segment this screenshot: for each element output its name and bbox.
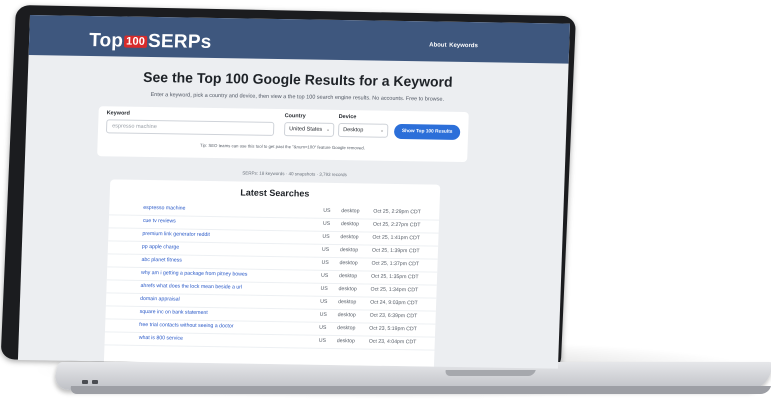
device-cell: desktop bbox=[338, 273, 358, 280]
show-results-button[interactable]: Show Top 100 Results bbox=[393, 123, 461, 140]
search-query-link[interactable]: premium link generator reddit bbox=[142, 231, 210, 238]
country-select-value: United States bbox=[289, 126, 323, 133]
timestamp-cell: Oct 25, 2:29pm CDT bbox=[373, 208, 421, 216]
country-label: Country bbox=[284, 113, 306, 120]
device-select-value: Desktop bbox=[343, 127, 364, 134]
keyword-input[interactable]: espresso machine bbox=[105, 119, 275, 136]
timestamp-cell: Oct 25, 1:37pm CDT bbox=[371, 260, 420, 268]
top-navigation-bar: Top 100 SERPs About Keywords bbox=[28, 15, 571, 64]
country-cell: US bbox=[319, 311, 327, 318]
country-cell: US bbox=[321, 246, 330, 253]
laptop-screen: Top 100 SERPs About Keywords See the Top 1… bbox=[17, 15, 571, 369]
page-title: See the Top 100 Google Results for a Key… bbox=[142, 68, 453, 90]
device-cell: desktop bbox=[339, 260, 358, 267]
search-query-link[interactable]: cue tv reviews bbox=[143, 218, 176, 225]
latest-searches-title: Latest Searches bbox=[240, 187, 310, 199]
page-subtitle: Enter a keyword, pick a country and devi… bbox=[150, 91, 445, 103]
country-cell: US bbox=[320, 272, 329, 279]
device-cell: desktop bbox=[336, 338, 356, 345]
logo-badge: 100 bbox=[123, 35, 148, 48]
timestamp-cell: Oct 24, 9:03pm CDT bbox=[370, 299, 418, 307]
device-cell: desktop bbox=[338, 286, 357, 293]
keyword-label: Keyword bbox=[106, 110, 130, 117]
timestamp-cell: Oct 23, 5:19pm CDT bbox=[369, 325, 417, 333]
device-select[interactable]: Desktop ⌄ bbox=[337, 122, 389, 138]
nav-link-keywords[interactable]: Keywords bbox=[449, 43, 478, 49]
country-cell: US bbox=[321, 259, 329, 266]
country-cell: US bbox=[319, 324, 327, 331]
stats-summary: SERPs: 18 keywords · 40 snapshots · 3,79… bbox=[242, 170, 347, 178]
timestamp-cell: Oct 25, 1:39pm CDT bbox=[371, 247, 420, 255]
country-cell: US bbox=[322, 233, 330, 240]
device-cell: desktop bbox=[341, 208, 360, 215]
device-label: Device bbox=[338, 113, 357, 121]
timestamp-cell: Oct 23, 6:39pm CDT bbox=[369, 312, 418, 320]
device-cell: desktop bbox=[337, 312, 356, 319]
country-cell: US bbox=[320, 285, 328, 292]
search-form-card: Keyword espresso machine Country United … bbox=[97, 106, 469, 163]
laptop-opening-notch bbox=[444, 370, 536, 376]
site-logo[interactable]: Top 100 SERPs bbox=[89, 30, 212, 54]
country-select[interactable]: United States ⌄ bbox=[283, 122, 335, 137]
timestamp-cell: Oct 25, 2:27pm CDT bbox=[372, 221, 421, 229]
search-query-link[interactable]: pp apple charge bbox=[142, 244, 179, 251]
search-query-link[interactable]: abc planet fitness bbox=[141, 257, 182, 264]
search-query-link[interactable]: square inc on bank statement bbox=[140, 309, 208, 316]
country-cell: US bbox=[318, 337, 327, 344]
logo-text-left: Top bbox=[88, 29, 124, 52]
device-cell: desktop bbox=[337, 325, 356, 332]
seo-tip-text: Tip: SEO teams can use this tool to get … bbox=[200, 142, 365, 151]
search-query-link[interactable]: free trial contacts without seeing a doc… bbox=[139, 322, 234, 330]
search-query-link[interactable]: what is 800 service bbox=[139, 335, 183, 342]
country-cell: US bbox=[323, 207, 331, 214]
nav-link-about[interactable]: About bbox=[429, 42, 447, 48]
timestamp-cell: Oct 25, 1:41pm CDT bbox=[372, 234, 421, 242]
logo-text-right: SERPs bbox=[147, 30, 212, 53]
device-cell: desktop bbox=[340, 234, 359, 241]
laptop-base-front bbox=[69, 386, 771, 394]
country-cell: US bbox=[320, 298, 328, 305]
device-cell: desktop bbox=[340, 221, 360, 228]
search-query-link[interactable]: espresso machine bbox=[143, 205, 185, 212]
search-query-link[interactable]: domain appraisal bbox=[140, 296, 180, 303]
country-cell: US bbox=[322, 220, 331, 227]
timestamp-cell: Oct 23, 4:04pm CDT bbox=[368, 338, 417, 346]
timestamp-cell: Oct 25, 1:34pm CDT bbox=[370, 286, 419, 294]
usb-port bbox=[82, 380, 88, 384]
latest-searches-card: Latest Searches espresso machine US desk… bbox=[103, 179, 441, 369]
chevron-down-icon: ⌄ bbox=[379, 127, 385, 134]
usb-port bbox=[92, 380, 98, 384]
device-cell: desktop bbox=[338, 299, 357, 306]
search-query-link[interactable]: ahrefs what does the lock mean beside a … bbox=[140, 283, 242, 291]
timestamp-cell: Oct 25, 1:35pm CDT bbox=[370, 273, 419, 281]
device-cell: desktop bbox=[339, 247, 359, 254]
chevron-down-icon: ⌄ bbox=[325, 126, 331, 133]
search-query-link[interactable]: why am i getting a package from pitney b… bbox=[141, 270, 248, 278]
